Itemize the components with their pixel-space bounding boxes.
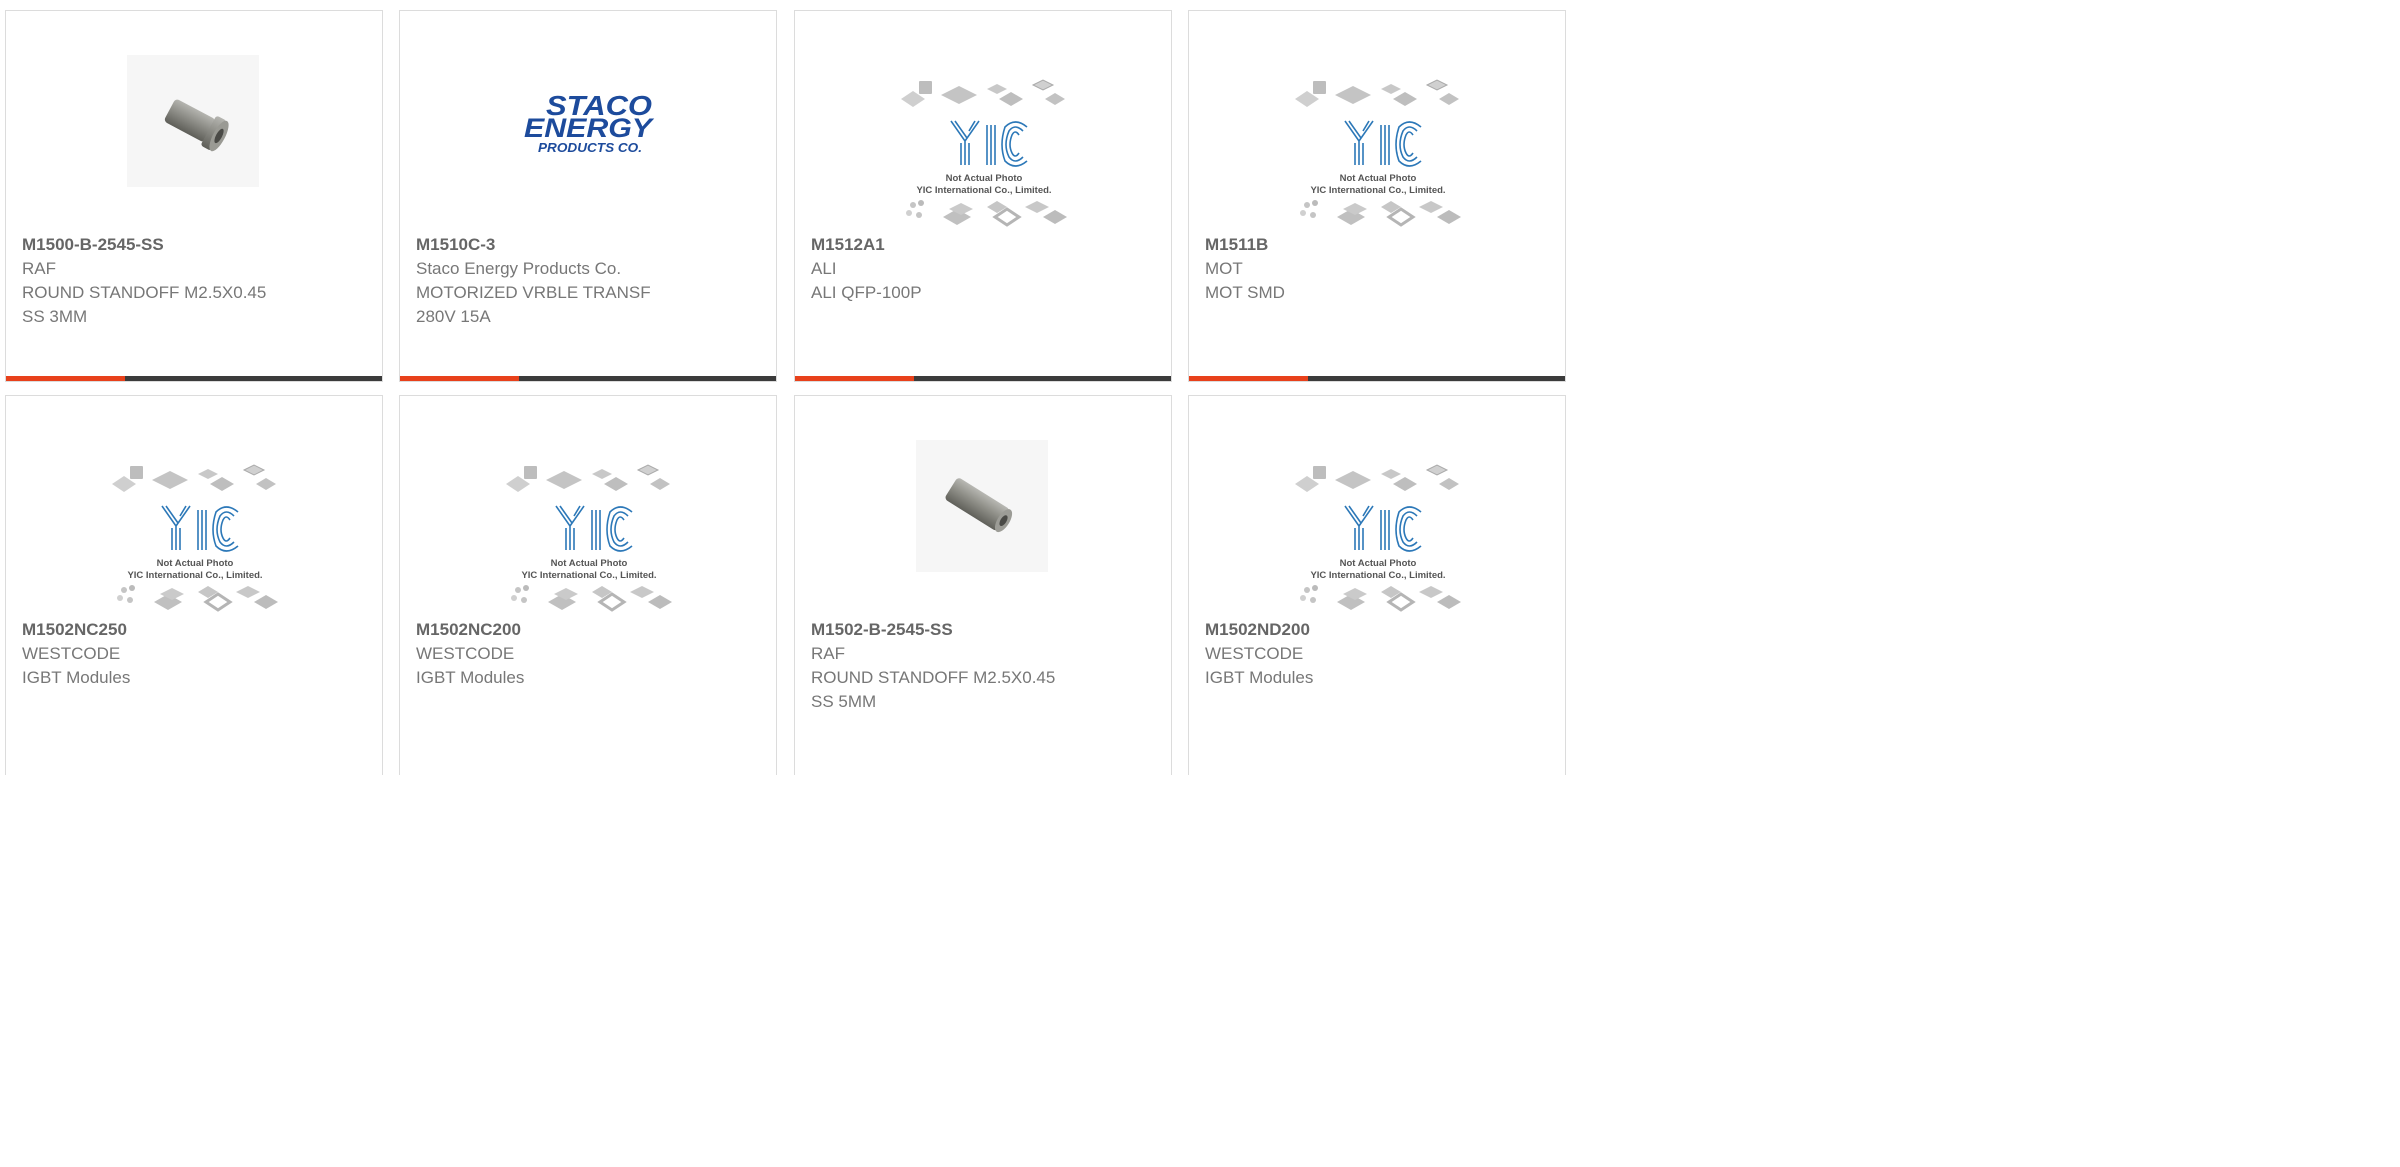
part-number-link[interactable]: M1502NC250 (22, 618, 370, 642)
card-bottom-bar (795, 376, 1171, 381)
card-bottom-bar (400, 376, 776, 381)
card-accent (6, 376, 125, 381)
product-card[interactable]: Not Actual Photo YIC International Co., … (1188, 10, 1566, 382)
yic-placeholder-image: Not Actual Photo YIC International Co., … (1289, 69, 1467, 229)
manufacturer: ALI (811, 259, 837, 278)
product-card[interactable]: M1502-B-2545-SS RAF ROUND STANDOFF M2.5X… (794, 395, 1172, 775)
card-bottom-bar (6, 376, 382, 381)
description-line: SS 5MM (811, 692, 877, 711)
product-info: M1512A1 ALI ALI QFP-100P (811, 233, 1159, 305)
placeholder-line1: Not Actual Photo (551, 558, 628, 569)
part-number-link[interactable]: M1500-B-2545-SS (22, 233, 370, 257)
part-number-link[interactable]: M1510C-3 (416, 233, 764, 257)
product-image-area[interactable]: Not Actual Photo YIC International Co., … (400, 396, 776, 618)
product-card[interactable]: Not Actual Photo YIC International Co., … (1188, 395, 1566, 775)
part-number-link[interactable]: M1502NC200 (416, 618, 764, 642)
description-line: ROUND STANDOFF M2.5X0.45 (22, 283, 267, 302)
product-grid: M1500-B-2545-SS RAF ROUND STANDOFF M2.5X… (0, 0, 1568, 775)
product-image-area[interactable]: Not Actual Photo YIC International Co., … (1189, 396, 1565, 618)
staco-logo-line3: PRODUCTS CO. (538, 140, 642, 155)
manufacturer: MOT (1205, 259, 1243, 278)
product-image-area[interactable] (795, 396, 1171, 618)
yic-placeholder-image: Not Actual Photo YIC International Co., … (895, 69, 1073, 229)
description-line: IGBT Modules (22, 668, 131, 687)
part-number-link[interactable]: M1512A1 (811, 233, 1159, 257)
yic-placeholder-image: Not Actual Photo YIC International Co., … (500, 454, 678, 614)
product-card[interactable]: Not Actual Photo YIC International Co., … (794, 10, 1172, 382)
yic-placeholder-image: Not Actual Photo YIC International Co., … (1289, 454, 1467, 614)
product-info: M1502NC250 WESTCODE IGBT Modules (22, 618, 370, 690)
card-bottom-bar (1189, 376, 1565, 381)
product-card[interactable]: Not Actual Photo YIC International Co., … (399, 395, 777, 775)
manufacturer: WESTCODE (1205, 644, 1304, 663)
manufacturer: RAF (22, 259, 56, 278)
placeholder-line2: YIC International Co., Limited. (1310, 570, 1445, 581)
placeholder-line1: Not Actual Photo (1340, 173, 1417, 184)
product-info: M1500-B-2545-SS RAF ROUND STANDOFF M2.5X… (22, 233, 370, 329)
standoff-photo (916, 440, 1048, 572)
card-accent (795, 376, 914, 381)
product-image-area[interactable]: Not Actual Photo YIC International Co., … (6, 396, 382, 618)
staco-logo-line2: ENERGY (524, 113, 655, 143)
placeholder-line2: YIC International Co., Limited. (127, 570, 262, 581)
placeholder-line1: Not Actual Photo (157, 558, 234, 569)
manufacturer: Staco Energy Products Co. (416, 259, 622, 278)
product-image-area[interactable]: STACO ENERGY PRODUCTS CO. (400, 11, 776, 233)
manufacturer: WESTCODE (416, 644, 515, 663)
card-accent (400, 376, 519, 381)
description-line: MOT SMD (1205, 283, 1285, 302)
description-line: IGBT Modules (1205, 668, 1314, 687)
placeholder-line1: Not Actual Photo (946, 173, 1023, 184)
product-info: M1511B MOT MOT SMD (1205, 233, 1553, 305)
product-card[interactable]: STACO ENERGY PRODUCTS CO. M1510C-3 Staco… (399, 10, 777, 382)
manufacturer: WESTCODE (22, 644, 121, 663)
placeholder-line2: YIC International Co., Limited. (916, 185, 1051, 196)
product-card[interactable]: M1500-B-2545-SS RAF ROUND STANDOFF M2.5X… (5, 10, 383, 382)
staco-energy-logo: STACO ENERGY PRODUCTS CO. (520, 89, 660, 155)
product-info: M1502ND200 WESTCODE IGBT Modules (1205, 618, 1553, 690)
part-number-link[interactable]: M1511B (1205, 233, 1553, 257)
manufacturer: RAF (811, 644, 845, 663)
placeholder-line1: Not Actual Photo (1340, 558, 1417, 569)
standoff-photo (127, 55, 259, 187)
placeholder-line2: YIC International Co., Limited. (521, 570, 656, 581)
yic-placeholder-image: Not Actual Photo YIC International Co., … (106, 454, 284, 614)
part-number-link[interactable]: M1502ND200 (1205, 618, 1553, 642)
product-info: M1502-B-2545-SS RAF ROUND STANDOFF M2.5X… (811, 618, 1159, 714)
description-line: ALI QFP-100P (811, 283, 922, 302)
product-image-area[interactable]: Not Actual Photo YIC International Co., … (1189, 11, 1565, 233)
description-line: IGBT Modules (416, 668, 525, 687)
card-accent (1189, 376, 1308, 381)
product-info: M1510C-3 Staco Energy Products Co. MOTOR… (416, 233, 764, 329)
product-image-area[interactable] (6, 11, 382, 233)
product-info: M1502NC200 WESTCODE IGBT Modules (416, 618, 764, 690)
product-image-area[interactable]: Not Actual Photo YIC International Co., … (795, 11, 1171, 233)
description-line: 280V 15A (416, 307, 491, 326)
product-card[interactable]: Not Actual Photo YIC International Co., … (5, 395, 383, 775)
placeholder-line2: YIC International Co., Limited. (1310, 185, 1445, 196)
part-number-link[interactable]: M1502-B-2545-SS (811, 618, 1159, 642)
description-line: ROUND STANDOFF M2.5X0.45 (811, 668, 1056, 687)
description-line: SS 3MM (22, 307, 88, 326)
description-line: MOTORIZED VRBLE TRANSF (416, 283, 651, 302)
